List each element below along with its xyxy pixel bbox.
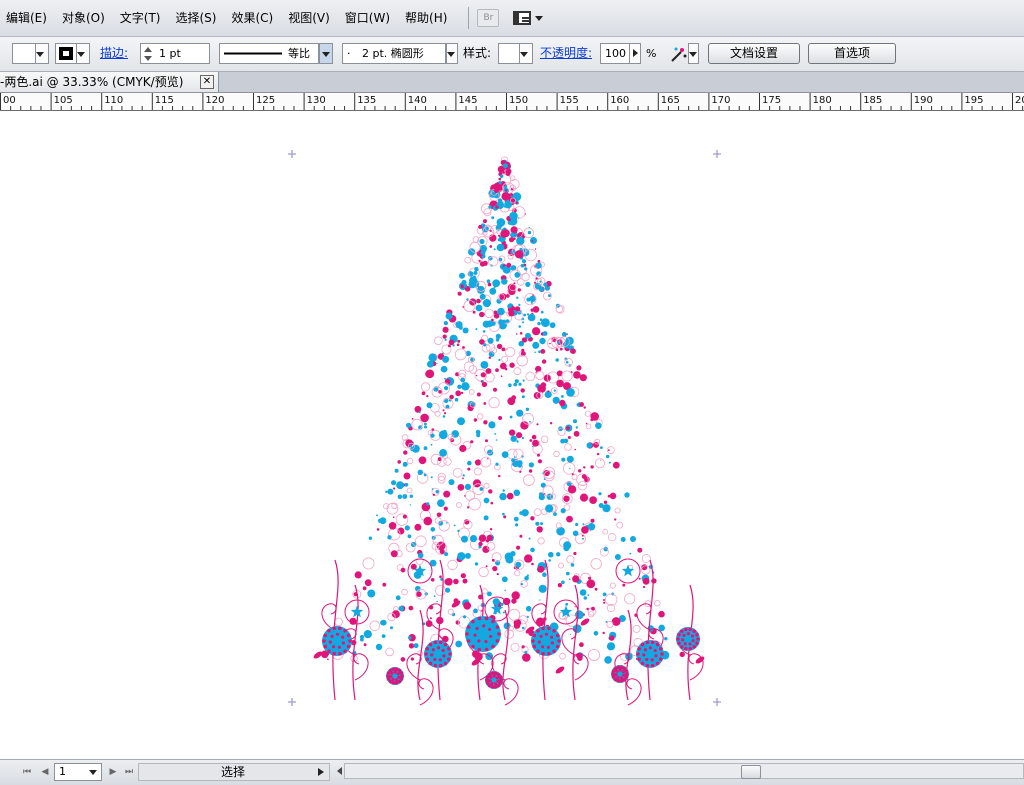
brush-dropdown-button[interactable]	[446, 43, 458, 64]
ruler-label: 200	[1015, 95, 1024, 106]
chevron-down-icon	[535, 15, 544, 21]
status-menu[interactable]: 选择	[138, 763, 330, 781]
ruler-label: 180	[813, 95, 832, 106]
recolor-dropdown[interactable]	[688, 43, 699, 64]
ruler-label: 145	[458, 95, 477, 106]
corner-crosshair-icon	[288, 698, 296, 706]
menu-separator	[468, 7, 470, 29]
close-tab-icon[interactable]: ✕	[200, 75, 214, 89]
menu-window[interactable]: 窗口(W)	[339, 0, 396, 36]
opacity-slider-button[interactable]	[629, 43, 641, 64]
christmas-tree-artwork	[288, 150, 721, 706]
stroke-profile-dropdown[interactable]: 等比	[219, 43, 319, 64]
ruler-label: 170	[711, 95, 730, 106]
ruler-label: 160	[610, 95, 629, 106]
menu-help[interactable]: 帮助(H)	[399, 0, 453, 36]
flower-heads	[322, 616, 700, 689]
brush-dropdown[interactable]: · 2 pt. 椭圆形	[342, 43, 446, 64]
corner-crosshair-icon	[713, 698, 721, 706]
menu-effect[interactable]: 效果(C)	[225, 0, 279, 36]
corner-crosshair-icon	[288, 150, 296, 158]
horizontal-scrollbar[interactable]	[337, 763, 1024, 779]
menu-edit[interactable]: 编辑(E)	[0, 0, 53, 36]
stroke-label[interactable]: 描边:	[100, 43, 128, 64]
ruler-label: 120	[205, 95, 224, 106]
status-bar: ⏮ ◀ 1 ▶ ⏭ 选择	[0, 759, 1024, 785]
scrollbar-thumb[interactable]	[741, 765, 761, 779]
menu-type[interactable]: 文字(T)	[114, 0, 167, 36]
tool-status-label: 选择	[221, 765, 246, 779]
chevron-down-icon	[89, 770, 97, 775]
preferences-button[interactable]: 首选项	[808, 43, 896, 64]
tree-dot-pattern	[321, 156, 685, 664]
ruler-label: 195	[964, 95, 983, 106]
horizontal-ruler[interactable]: 00 105 110 115 120 125 130 135 140 145 150 155 160 16…	[0, 93, 1024, 111]
first-page-icon[interactable]: ⏮	[20, 763, 34, 781]
previous-page-icon[interactable]: ◀	[38, 763, 52, 781]
ruler-label: 165	[661, 95, 680, 106]
stroke-box-icon	[59, 47, 73, 60]
stroke-dropdown[interactable]	[76, 43, 90, 64]
stroke-weight-value: 1 pt	[159, 47, 181, 60]
bridge-button[interactable]: Br	[477, 9, 500, 27]
ruler-label: 150	[509, 95, 528, 106]
scroll-left-icon[interactable]	[337, 767, 342, 775]
style-swatch[interactable]	[498, 43, 520, 64]
page-number-field[interactable]: 1	[54, 763, 102, 781]
status-menu-arrow-icon[interactable]	[318, 768, 328, 776]
opacity-label[interactable]: 不透明度:	[540, 43, 592, 64]
page-number-value: 1	[59, 765, 66, 778]
ruler-label: 105	[54, 95, 73, 106]
style-label: 样式:	[463, 46, 492, 60]
ruler-label: 185	[863, 95, 882, 106]
ruler-label: 140	[408, 95, 427, 106]
chevron-down-icon	[520, 52, 528, 57]
ruler-label: 110	[104, 95, 123, 106]
ruler-label: 155	[560, 95, 579, 106]
opacity-field[interactable]: 100	[600, 43, 630, 64]
arrange-documents-icon	[513, 11, 532, 25]
last-page-icon[interactable]: ⏭	[122, 763, 136, 781]
ruler-label: 135	[357, 95, 376, 106]
document-tab-strip: -两色.ai @ 33.33% (CMYK/预览) ✕	[0, 72, 1024, 93]
recolor-artwork-icon[interactable]	[668, 45, 688, 63]
stroke-profile-label: 等比	[288, 47, 310, 60]
menu-view[interactable]: 视图(V)	[282, 0, 336, 36]
style-dropdown[interactable]	[519, 43, 533, 64]
fill-swatch[interactable]	[12, 43, 36, 64]
stroke-swatch[interactable]	[55, 43, 77, 64]
stepper-arrows-icon[interactable]	[143, 46, 153, 62]
brush-dot: ·	[347, 47, 351, 60]
menu-object[interactable]: 对象(O)	[56, 0, 111, 36]
chevron-down-icon	[77, 52, 85, 57]
brush-label: 2 pt. 椭圆形	[362, 47, 424, 60]
chevron-right-icon	[633, 49, 638, 57]
chevron-down-icon	[447, 52, 455, 57]
corner-crosshair-icon	[713, 150, 721, 158]
chevron-down-icon	[322, 52, 330, 57]
chevron-down-icon	[689, 52, 697, 57]
workspace-switcher[interactable]	[513, 11, 544, 25]
ruler-label: 115	[155, 95, 174, 106]
stroke-line-preview-icon	[224, 52, 282, 55]
chevron-down-icon	[36, 52, 44, 57]
ruler-label: 175	[762, 95, 781, 106]
control-bar: 描边: 1 pt 等比 · 2 pt. 椭圆形 样式: 不透明度: 100 % …	[0, 37, 1024, 93]
ruler-label: 00	[3, 95, 16, 106]
ruler-label: 130	[307, 95, 326, 106]
fill-dropdown[interactable]	[35, 43, 49, 64]
menu-bar: 编辑(E) 对象(O) 文字(T) 选择(S) 效果(C) 视图(V) 窗口(W…	[0, 0, 1024, 37]
ruler-label: 125	[256, 95, 275, 106]
profile-dropdown-button[interactable]	[319, 43, 333, 64]
document-tab[interactable]: -两色.ai @ 33.33% (CMYK/预览) ✕	[0, 72, 219, 92]
document-tab-title: -两色.ai @ 33.33% (CMYK/预览)	[0, 75, 184, 89]
ruler-ticks: 00 105 110 115 120 125 130 135 140 145 150 155 160 16…	[0, 93, 1024, 110]
opacity-unit: %	[646, 47, 657, 60]
ruler-label: 190	[914, 95, 933, 106]
artboard-canvas[interactable]	[0, 111, 1024, 759]
document-setup-button[interactable]: 文档设置	[708, 43, 800, 64]
menu-select[interactable]: 选择(S)	[169, 0, 222, 36]
next-page-icon[interactable]: ▶	[106, 763, 120, 781]
